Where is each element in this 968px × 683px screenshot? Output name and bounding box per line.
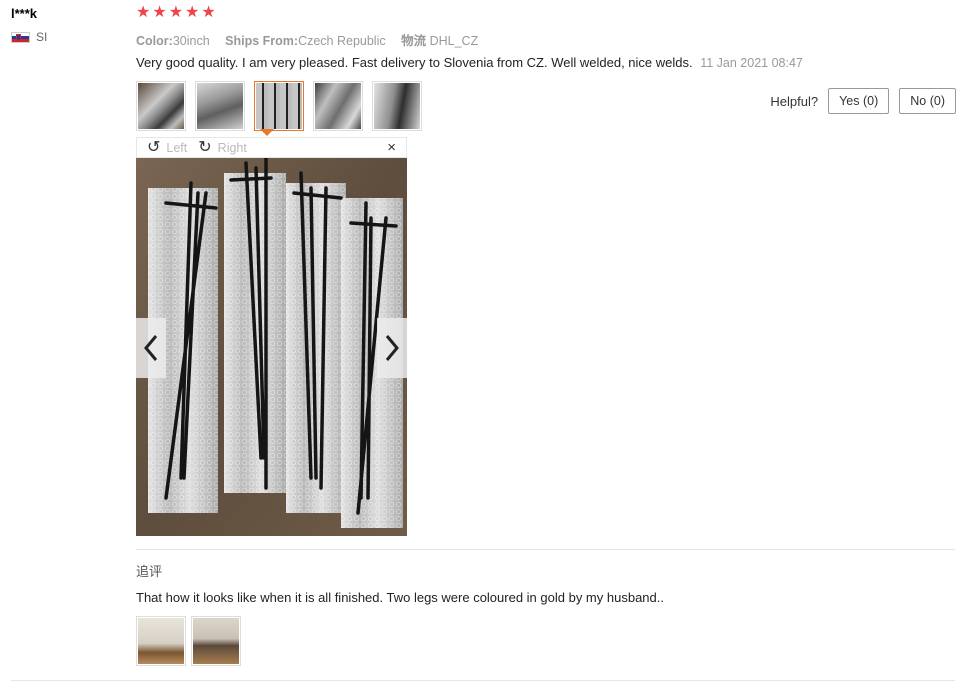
rotate-right-label: Right [217, 140, 247, 155]
chevron-left-icon [144, 335, 158, 361]
rotate-right-icon: ↻ [198, 138, 212, 156]
review-thumbnail[interactable] [372, 81, 422, 131]
reviewer-name: l***k [11, 6, 38, 21]
close-icon[interactable]: × [387, 139, 396, 156]
attr-logistics-key: 物流 [401, 34, 427, 48]
followup-thumbnail[interactable] [136, 616, 186, 666]
active-thumbnail-caret-icon [260, 129, 274, 136]
chevron-right-icon [385, 335, 399, 361]
helpful-label: Helpful? [770, 93, 819, 109]
star-icon: ★ [168, 4, 184, 21]
followup-text: That how it looks like when it is all fi… [136, 590, 664, 605]
review-text-line: Very good quality. I am very pleased. Fa… [136, 55, 803, 70]
slovenia-flag-icon [11, 31, 30, 43]
attr-color-key: Color: [136, 34, 173, 48]
star-icon: ★ [136, 4, 151, 21]
review-thumbnails [136, 81, 422, 136]
review-thumbnail[interactable] [195, 81, 245, 131]
reviewer-country: SI [11, 30, 47, 44]
star-icon: ★ [201, 4, 216, 21]
rotate-left-label: Left [166, 140, 188, 155]
image-viewer: ↺ Left ↻ Right × [136, 137, 407, 536]
followup-thumbnails [136, 616, 241, 666]
star-icon: ★ [152, 4, 167, 21]
followup-thumbnail[interactable] [191, 616, 241, 666]
rotate-right-button[interactable]: ↻ Right [198, 138, 247, 156]
helpful-yes-button[interactable]: Yes (0) [828, 88, 890, 114]
review-thumbnail-active[interactable] [254, 81, 304, 131]
rotate-left-icon: ↺ [147, 138, 161, 156]
next-image-button[interactable] [377, 318, 407, 378]
review-date: 11 Jan 2021 08:47 [700, 56, 803, 70]
reviewer-info: l***k SI [11, 6, 47, 44]
star-icon: ★ [185, 4, 200, 21]
review-text: Very good quality. I am very pleased. Fa… [136, 55, 693, 70]
previous-image-button[interactable] [136, 318, 166, 378]
attr-color-value: 30inch [172, 34, 210, 48]
order-attributes: Color:30inch Ships From:Czech Republic 物… [136, 30, 490, 49]
attr-ships-from-value: Czech Republic [298, 34, 386, 48]
followup-label: 追评 [136, 564, 163, 579]
review-thumbnail[interactable] [313, 81, 363, 131]
helpful-section: Helpful? Yes (0) No (0) [770, 88, 956, 114]
country-code: SI [36, 30, 48, 44]
image-viewer-toolbar: ↺ Left ↻ Right × [136, 137, 407, 158]
attr-logistics-value: DHL_CZ [429, 34, 479, 48]
hairpin-legs-photo [136, 158, 407, 536]
divider [11, 680, 955, 681]
divider [136, 549, 955, 550]
star-rating: ★ ★ ★ ★ ★ [136, 4, 216, 22]
rotate-left-button[interactable]: ↺ Left [147, 138, 188, 156]
review-photo-large[interactable] [136, 158, 407, 536]
helpful-no-button[interactable]: No (0) [899, 88, 956, 114]
review-thumbnail[interactable] [136, 81, 186, 131]
attr-ships-from-key: Ships From: [225, 34, 299, 48]
